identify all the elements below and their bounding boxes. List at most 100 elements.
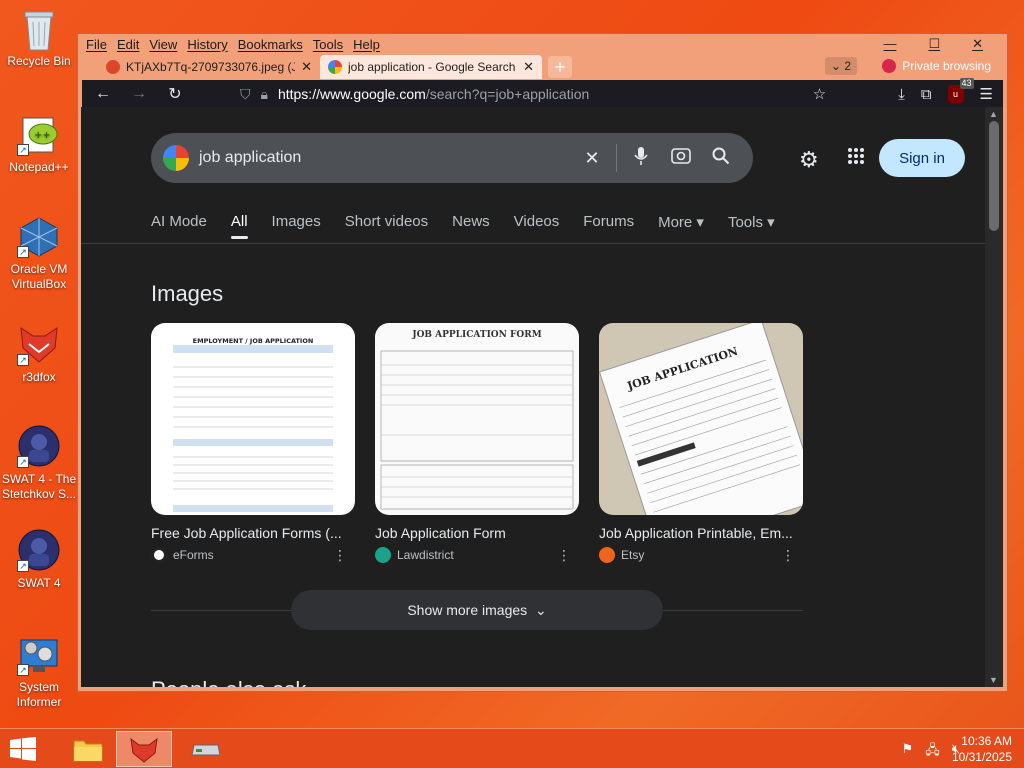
sign-in-button[interactable]: Sign in: [879, 139, 965, 177]
tab-close-icon[interactable]: ✕: [301, 59, 312, 75]
flag-icon[interactable]: ⚑: [902, 741, 914, 763]
doc-heading: JOB APPLICATION FORM: [411, 330, 541, 340]
image-result-card[interactable]: JOB APPLICATION Job Application Printabl…: [599, 323, 803, 563]
menu-bookmarks[interactable]: Bookmarks: [238, 37, 303, 52]
desktop-icon-swat4-expansion[interactable]: ↗ SWAT 4 - The Stetchkov S...: [0, 424, 78, 502]
desktop-icon-virtualbox[interactable]: ↗ Oracle VM VirtualBox: [0, 214, 78, 292]
filter-ai-mode[interactable]: AI Mode: [151, 213, 207, 231]
menu-view[interactable]: View: [149, 37, 177, 52]
filter-short-videos[interactable]: Short videos: [345, 213, 428, 231]
page-scrollbar[interactable]: ▲ ▼: [985, 107, 1003, 687]
source-name: Lawdistrict: [397, 548, 454, 562]
system-clock[interactable]: 10:36 AM 10/31/2025: [952, 733, 1012, 765]
shortcut-arrow-icon: ↗: [17, 456, 29, 468]
lock-icon[interactable]: 🔒︎: [261, 86, 268, 103]
tab-list-button[interactable]: ⌄ 2: [824, 57, 857, 75]
clear-search-icon[interactable]: ✕: [572, 148, 612, 169]
desktop-icon-swat4[interactable]: ↗ SWAT 4: [0, 528, 78, 591]
svg-text:++: ++: [34, 130, 51, 141]
image-result-thumbnail[interactable]: EMPLOYMENT / JOB APPLICATION: [151, 323, 355, 515]
more-options-icon[interactable]: ⋮: [557, 547, 571, 564]
new-tab-button[interactable]: +: [548, 56, 572, 78]
reload-icon[interactable]: ↻: [164, 84, 186, 104]
menu-edit[interactable]: Edit: [117, 37, 139, 52]
lawdistrict-favicon-icon: [375, 547, 391, 563]
hamburger-menu-icon[interactable]: ☰: [980, 85, 993, 103]
clock-date: 10/31/2025: [951, 750, 1012, 764]
filter-all[interactable]: All: [230, 213, 248, 239]
tab-google-search[interactable]: job application - Google Search ✕: [320, 55, 542, 79]
image-result-thumbnail[interactable]: JOB APPLICATION FORM: [375, 323, 579, 515]
image-result-title[interactable]: Free Job Application Forms (...: [151, 525, 351, 541]
windows-start-icon[interactable]: [10, 737, 36, 761]
filter-news[interactable]: News: [452, 213, 490, 231]
desktop-icon-notepad-plus-plus[interactable]: ++ ↗ Notepad++: [0, 112, 78, 175]
taskbar-r3dfox[interactable]: [116, 731, 172, 767]
images-section-heading: Images: [151, 281, 224, 306]
notepad-plus-plus-icon: ++ ↗: [17, 112, 61, 156]
image-result-source[interactable]: eForms ⋮: [151, 547, 355, 563]
image-result-title[interactable]: Job Application Form: [375, 525, 575, 541]
image-result-card[interactable]: EMPLOYMENT / JOB APPLICATION Free Job Ap…: [151, 323, 355, 563]
forward-arrow-icon[interactable]: →: [128, 85, 150, 103]
search-box[interactable]: job application ✕: [151, 133, 753, 183]
tab-image[interactable]: KTjAXb7Tq-2709733076.jpeg (JP ✕: [98, 55, 320, 79]
image-result-title[interactable]: Job Application Printable, Em...: [599, 525, 799, 541]
taskbar-drive-app[interactable]: [178, 731, 234, 767]
extensions-icon[interactable]: ⧉: [921, 86, 932, 103]
downloads-icon[interactable]: ⤓: [898, 86, 905, 103]
tab-close-icon[interactable]: ✕: [523, 59, 534, 75]
more-options-icon[interactable]: ⋮: [333, 547, 347, 564]
tab-count: 2: [844, 59, 851, 73]
settings-gear-icon[interactable]: ⚙: [799, 147, 819, 173]
show-more-images-button[interactable]: Show more images ⌄: [291, 590, 663, 630]
filter-videos[interactable]: Videos: [514, 213, 560, 231]
image-result-source[interactable]: Lawdistrict ⋮: [375, 547, 579, 563]
shortcut-arrow-icon: ↗: [17, 246, 29, 258]
search-icon[interactable]: [701, 147, 741, 170]
scrollbar-thumb[interactable]: [989, 121, 999, 231]
bookmark-star-icon[interactable]: ☆: [813, 85, 826, 103]
desktop-icon-r3dfox[interactable]: ↗ r3dfox: [0, 322, 78, 385]
microphone-icon[interactable]: [621, 146, 661, 171]
lens-camera-icon[interactable]: [661, 147, 701, 170]
image-result-card[interactable]: JOB APPLICATION FORM Job Application For…: [375, 323, 579, 563]
menu-help[interactable]: Help: [353, 37, 380, 52]
desktop-icon-system-informer[interactable]: ↗ System Informer: [0, 632, 78, 710]
maximize-icon[interactable]: ☐: [928, 36, 940, 52]
scroll-up-arrow-icon[interactable]: ▲: [989, 109, 998, 119]
back-arrow-icon[interactable]: ←: [92, 85, 114, 103]
eforms-favicon-icon: [151, 547, 167, 563]
shortcut-arrow-icon: ↗: [17, 354, 29, 366]
menu-tools[interactable]: Tools: [313, 37, 343, 52]
filter-more[interactable]: More ▾: [658, 213, 704, 231]
desktop-icon-recycle-bin[interactable]: Recycle Bin: [0, 6, 78, 69]
more-options-icon[interactable]: ⋮: [781, 547, 795, 564]
menu-file[interactable]: File: [86, 37, 107, 52]
network-icon[interactable]: 🖧︎: [925, 741, 940, 763]
image-result-thumbnail[interactable]: JOB APPLICATION: [599, 323, 803, 515]
people-also-ask-heading: People also ask: [151, 677, 306, 687]
google-apps-grid-icon[interactable]: [847, 147, 865, 171]
close-icon[interactable]: ✕: [972, 36, 983, 52]
url-host: https://www.google.com: [277, 86, 426, 102]
image-result-source[interactable]: Etsy ⋮: [599, 547, 803, 563]
filter-forums[interactable]: Forums: [583, 213, 634, 231]
filter-images[interactable]: Images: [272, 213, 321, 231]
google-logo-icon: [163, 145, 189, 171]
scroll-down-arrow-icon[interactable]: ▼: [989, 675, 998, 685]
taskbar-file-explorer[interactable]: [60, 731, 116, 767]
drive-icon: [191, 744, 221, 756]
image-results: EMPLOYMENT / JOB APPLICATION Free Job Ap…: [151, 323, 803, 563]
menu-history[interactable]: History: [187, 37, 227, 52]
filter-tools[interactable]: Tools ▾: [728, 213, 775, 231]
search-query[interactable]: job application: [199, 149, 572, 167]
minimize-icon[interactable]: —: [883, 36, 896, 52]
desktop-icon-label: System Informer: [16, 680, 62, 709]
url-bar[interactable]: ⛉ 🔒︎ https://www.google.com/search?q=job…: [240, 86, 799, 103]
desktop-icon-label: Notepad++: [9, 160, 69, 174]
url-path: /search?q=job+application: [425, 86, 590, 102]
ublock-origin-icon[interactable]: u 43: [947, 78, 974, 103]
source-name: eForms: [173, 548, 214, 562]
shield-icon[interactable]: ⛉: [240, 86, 251, 103]
